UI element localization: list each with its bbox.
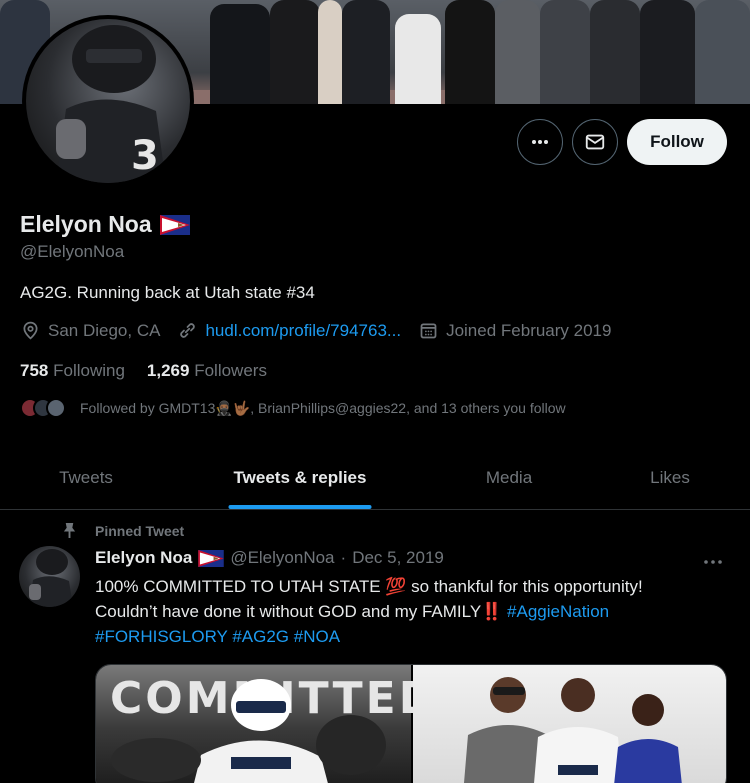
media-image-family[interactable]: [413, 665, 726, 783]
tweet-text: 100% COMMITTED TO UTAH STATE 💯 so thankf…: [95, 574, 735, 649]
football-player-avatar-icon: [29, 549, 73, 607]
tweet-more-button[interactable]: [703, 549, 723, 570]
banner-figure: [640, 0, 695, 104]
location: San Diego, CA: [20, 320, 160, 341]
calendar-icon: [420, 323, 437, 339]
tweet-line-2: Couldn’t have done it without GOD and my…: [95, 599, 735, 624]
player-graphic-icon: [111, 679, 386, 783]
profile-avatar[interactable]: 3: [22, 15, 194, 187]
website-link[interactable]: hudl.com/profile/794763...: [205, 321, 401, 341]
message-button[interactable]: [572, 119, 618, 165]
tab-tweets-and-replies[interactable]: Tweets & replies: [172, 446, 428, 509]
svg-text:3: 3: [131, 133, 159, 179]
banner-figure: [318, 0, 342, 104]
banner-figure: [395, 14, 441, 104]
pinned-label: Pinned Tweet: [95, 522, 185, 539]
website[interactable]: hudl.com/profile/794763...: [177, 320, 401, 341]
banner-figure: [210, 4, 270, 104]
joined-date: Joined February 2019: [418, 320, 611, 341]
link-icon: [180, 323, 196, 338]
tweet-line-3: #FORHISGLORY #AG2G #NOA: [95, 624, 735, 649]
profile-name: Elelyon Noa: [20, 211, 190, 238]
followers-count: 1,269: [146, 361, 190, 380]
more-icon: [532, 140, 548, 144]
profile-counts: 758 Following 1,269 Followers: [20, 361, 267, 381]
banner-figure: [695, 0, 750, 104]
location-text: San Diego, CA: [48, 320, 161, 340]
pin-icon: [63, 523, 76, 538]
profile-bio: AG2G. Running back at Utah state #34: [20, 283, 315, 302]
hashtag-link[interactable]: #AggieNation: [507, 602, 609, 621]
following-count: 758: [20, 361, 49, 380]
avatar-image: 3: [26, 19, 190, 183]
follower-avatar: [46, 398, 66, 418]
location-pin-icon: [23, 321, 38, 340]
banner-figure: [495, 0, 540, 104]
tweet-line-1: 100% COMMITTED TO UTAH STATE 💯 so thankf…: [95, 577, 643, 596]
follow-button[interactable]: Follow: [627, 119, 727, 165]
american-samoa-flag-icon: [198, 549, 225, 567]
following-link[interactable]: 758 Following: [20, 361, 125, 381]
profile-name-text: Elelyon Noa: [20, 211, 152, 237]
pinned-indicator: Pinned Tweet: [62, 522, 184, 539]
following-label: Following: [53, 361, 125, 380]
tab-media[interactable]: Media: [428, 446, 590, 509]
hashtag-link[interactable]: #NOA: [294, 627, 340, 646]
banner-figure: [270, 0, 320, 104]
tweet-separator: ·: [340, 548, 347, 567]
follower-avatars: [20, 398, 66, 418]
followed-by[interactable]: Followed by GMDT13🥷🏾🤟🏾, BrianPhillips@ag…: [20, 398, 566, 418]
banner-figure: [342, 0, 390, 104]
hashtag-link[interactable]: #AG2G: [232, 627, 289, 646]
followed-by-text: Followed by GMDT13🥷🏾🤟🏾, BrianPhillips@ag…: [80, 399, 566, 416]
banner-figure: [445, 0, 495, 104]
profile-tabs: Tweets Tweets & replies Media Likes: [0, 446, 750, 510]
envelope-icon: [585, 134, 605, 150]
american-samoa-flag-icon: [159, 214, 190, 235]
followers-link[interactable]: 1,269 Followers: [147, 361, 267, 381]
tweet-author-handle[interactable]: @ElelyonNoa: [230, 548, 334, 568]
joined-text: Joined February 2019: [446, 320, 612, 340]
banner-figure: [590, 0, 640, 104]
profile-meta: San Diego, CA hudl.com/profile/794763...…: [20, 320, 628, 341]
more-button[interactable]: [517, 119, 563, 165]
profile-handle: @ElelyonNoa: [20, 242, 125, 261]
banner-figure: [540, 0, 590, 104]
family-photo-icon: [464, 677, 682, 783]
more-icon: [704, 560, 722, 564]
tab-tweets[interactable]: Tweets: [0, 446, 172, 509]
tweet-date[interactable]: Dec 5, 2019: [352, 548, 444, 568]
tweet-line-2-text: Couldn’t have done it without GOD and my…: [95, 602, 508, 621]
followers-label: Followers: [194, 361, 267, 380]
tweet-media[interactable]: COMMITTED: [95, 664, 727, 783]
hashtag-link[interactable]: #FORHISGLORY: [95, 627, 228, 646]
media-image-committed[interactable]: COMMITTED: [96, 665, 435, 783]
tweet-author-avatar[interactable]: [19, 546, 80, 607]
tweet-author-name[interactable]: Elelyon Noa: [95, 548, 192, 568]
football-player-avatar-icon: 3: [56, 25, 166, 183]
tweet-header: Elelyon Noa @ElelyonNoa · Dec 5, 2019: [95, 548, 444, 568]
tab-likes[interactable]: Likes: [590, 446, 750, 509]
